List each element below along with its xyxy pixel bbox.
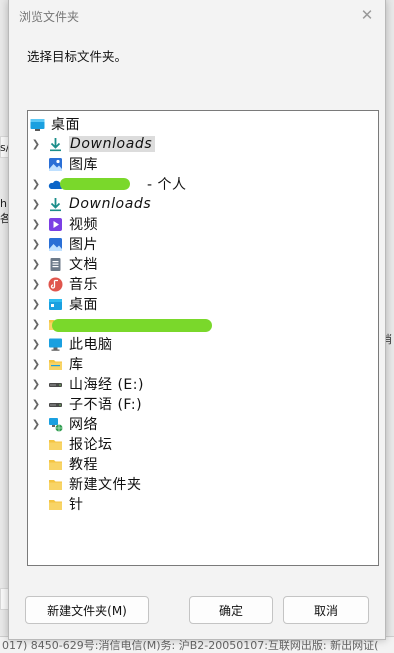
tree-item-desktop[interactable]: 桌面 <box>28 114 378 134</box>
tree-item-network[interactable]: ❯ 网络 <box>30 414 378 434</box>
tree-item-downloads-quick[interactable]: ❯ Downloads <box>30 134 378 154</box>
library-icon <box>48 357 63 372</box>
tree-item-user-folder[interactable]: ❯ <box>30 314 378 334</box>
dialog-button-bar: 新建文件夹(M) 确定 取消 <box>9 596 385 626</box>
tree-item-label: Downloads <box>69 136 156 152</box>
tree-item-label: 山海经 (E:) <box>69 377 144 393</box>
tree-item-label: 图库 <box>69 157 98 173</box>
picture-icon <box>48 237 63 252</box>
folder-tree[interactable]: 桌面 ❯ Downloads 图库 ❯ - 个人 ❯ Downloads ❯ 视… <box>27 110 379 566</box>
tree-item-videos[interactable]: ❯ 视频 <box>30 214 378 234</box>
cancel-button[interactable]: 取消 <box>283 596 369 624</box>
tree-item-label: 桌面 <box>69 297 98 313</box>
tree-item-label: 针 <box>69 497 84 513</box>
chevron-right-icon[interactable]: ❯ <box>30 399 42 410</box>
redaction-mark <box>60 178 130 190</box>
tree-item-label: 教程 <box>69 457 98 473</box>
tree-item-folder[interactable]: 新建文件夹 <box>30 474 378 494</box>
folder-icon <box>48 497 63 512</box>
gallery-icon <box>48 157 63 172</box>
tree-item-this-pc[interactable]: ❯ 此电脑 <box>30 334 378 354</box>
tree-item-label: 子不语 (F:) <box>69 397 143 413</box>
tree-item-pictures[interactable]: ❯ 图片 <box>30 234 378 254</box>
video-icon <box>48 217 63 232</box>
tree-item-folder[interactable]: 报论坛 <box>30 434 378 454</box>
tree-item-folder[interactable]: 教程 <box>30 454 378 474</box>
download-icon <box>48 137 63 152</box>
chevron-right-icon[interactable]: ❯ <box>30 139 42 150</box>
tree-item-label: - 个人 <box>147 177 187 193</box>
desktop-icon <box>30 117 45 132</box>
background-text-fragment: h <box>0 197 7 210</box>
tree-item-label: 文档 <box>69 257 98 273</box>
tree-item-gallery[interactable]: 图库 <box>30 154 378 174</box>
chevron-right-icon[interactable]: ❯ <box>30 219 42 230</box>
chevron-right-icon[interactable]: ❯ <box>30 359 42 370</box>
chevron-right-icon[interactable]: ❯ <box>30 319 42 330</box>
tree-item-label: 音乐 <box>69 277 98 293</box>
tree-item-label: 桌面 <box>51 117 80 133</box>
chevron-right-icon[interactable]: ❯ <box>30 379 42 390</box>
drive-icon <box>48 397 63 412</box>
drive-icon <box>48 377 63 392</box>
folder-icon <box>48 457 63 472</box>
tree-item-label: 此电脑 <box>69 337 113 353</box>
chevron-right-icon[interactable]: ❯ <box>30 179 42 190</box>
tree-item-label: 新建文件夹 <box>69 477 142 493</box>
download-icon <box>48 197 63 212</box>
folder-icon <box>48 437 63 452</box>
tree-item-desktop-folder[interactable]: ❯ 桌面 <box>30 294 378 314</box>
tree-item-label: 视频 <box>69 217 98 233</box>
folder-icon <box>48 477 63 492</box>
tree-item-label: Downloads <box>69 196 152 212</box>
dialog-title: 浏览文件夹 <box>19 10 80 24</box>
chevron-right-icon[interactable]: ❯ <box>30 339 42 350</box>
ok-button[interactable]: 确定 <box>189 596 273 624</box>
chevron-right-icon[interactable]: ❯ <box>30 239 42 250</box>
chevron-right-icon[interactable]: ❯ <box>30 279 42 290</box>
tree-item-onedrive[interactable]: ❯ - 个人 <box>30 174 378 194</box>
tree-item-drive-e[interactable]: ❯ 山海经 (E:) <box>30 374 378 394</box>
tree-item-music[interactable]: ❯ 音乐 <box>30 274 378 294</box>
new-folder-button[interactable]: 新建文件夹(M) <box>25 596 149 624</box>
document-icon <box>48 257 63 272</box>
network-icon <box>48 417 63 432</box>
tree-item-label: 网络 <box>69 417 98 433</box>
tree-item-drive-f[interactable]: ❯ 子不语 (F:) <box>30 394 378 414</box>
redaction-mark <box>52 319 212 332</box>
desktop-folder-icon <box>48 297 63 312</box>
tree-item-folder[interactable]: 针 <box>30 494 378 514</box>
tree-item-libraries[interactable]: ❯ 库 <box>30 354 378 374</box>
dialog-titlebar: 浏览文件夹 ✕ <box>9 0 385 30</box>
tree-item-documents[interactable]: ❯ 文档 <box>30 254 378 274</box>
tree-item-label: 库 <box>69 357 84 373</box>
dialog-prompt: 选择目标文件夹。 <box>27 49 128 64</box>
tree-item-label: 图片 <box>69 237 98 253</box>
music-icon <box>48 277 63 292</box>
chevron-right-icon[interactable]: ❯ <box>30 299 42 310</box>
pc-icon <box>48 337 63 352</box>
browse-folder-dialog: 浏览文件夹 ✕ 选择目标文件夹。 桌面 ❯ Downloads 图库 ❯ - 个… <box>8 0 386 640</box>
tree-item-label: 报论坛 <box>69 437 113 453</box>
tree-item-downloads[interactable]: ❯ Downloads <box>30 194 378 214</box>
chevron-right-icon[interactable]: ❯ <box>30 199 42 210</box>
close-icon[interactable]: ✕ <box>355 4 379 26</box>
chevron-right-icon[interactable]: ❯ <box>30 259 42 270</box>
chevron-right-icon[interactable]: ❯ <box>30 419 42 430</box>
